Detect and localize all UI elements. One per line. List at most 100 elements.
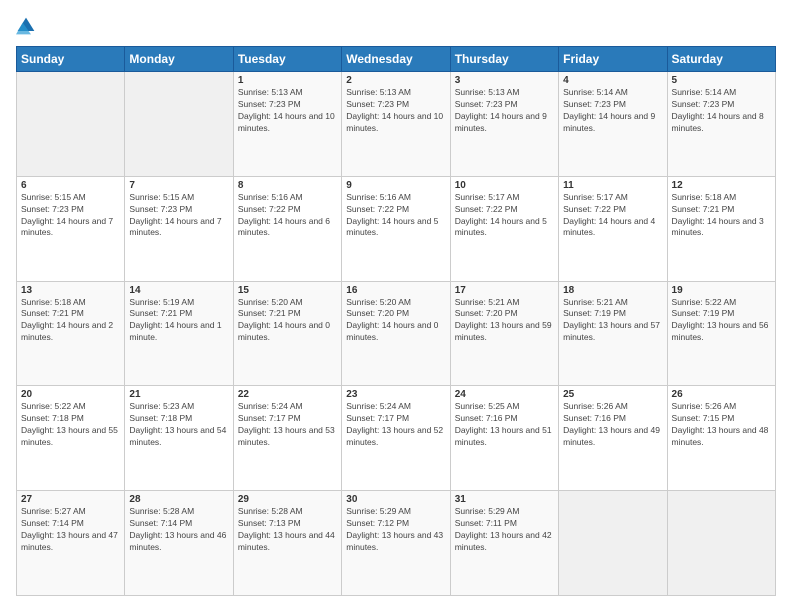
day-cell: 24Sunrise: 5:25 AM Sunset: 7:16 PM Dayli… [450,386,558,491]
day-number: 19 [672,285,771,296]
day-number: 27 [21,494,120,505]
weekday-header-tuesday: Tuesday [233,47,341,72]
day-cell [17,72,125,177]
day-info: Sunrise: 5:25 AM Sunset: 7:16 PM Dayligh… [455,401,554,449]
week-row-4: 27Sunrise: 5:27 AM Sunset: 7:14 PM Dayli… [17,491,776,596]
day-info: Sunrise: 5:26 AM Sunset: 7:16 PM Dayligh… [563,401,662,449]
day-info: Sunrise: 5:28 AM Sunset: 7:14 PM Dayligh… [129,506,228,554]
day-number: 22 [238,389,337,400]
weekday-header-sunday: Sunday [17,47,125,72]
day-cell: 15Sunrise: 5:20 AM Sunset: 7:21 PM Dayli… [233,281,341,386]
day-info: Sunrise: 5:29 AM Sunset: 7:11 PM Dayligh… [455,506,554,554]
day-cell: 7Sunrise: 5:15 AM Sunset: 7:23 PM Daylig… [125,176,233,281]
weekday-header-saturday: Saturday [667,47,775,72]
day-cell: 10Sunrise: 5:17 AM Sunset: 7:22 PM Dayli… [450,176,558,281]
week-row-2: 13Sunrise: 5:18 AM Sunset: 7:21 PM Dayli… [17,281,776,386]
day-info: Sunrise: 5:18 AM Sunset: 7:21 PM Dayligh… [672,192,771,240]
day-number: 12 [672,180,771,191]
day-cell: 6Sunrise: 5:15 AM Sunset: 7:23 PM Daylig… [17,176,125,281]
week-row-0: 1Sunrise: 5:13 AM Sunset: 7:23 PM Daylig… [17,72,776,177]
day-cell: 3Sunrise: 5:13 AM Sunset: 7:23 PM Daylig… [450,72,558,177]
day-cell: 22Sunrise: 5:24 AM Sunset: 7:17 PM Dayli… [233,386,341,491]
weekday-header-wednesday: Wednesday [342,47,450,72]
day-info: Sunrise: 5:24 AM Sunset: 7:17 PM Dayligh… [346,401,445,449]
day-number: 2 [346,75,445,86]
day-info: Sunrise: 5:14 AM Sunset: 7:23 PM Dayligh… [672,87,771,135]
day-number: 3 [455,75,554,86]
day-cell: 31Sunrise: 5:29 AM Sunset: 7:11 PM Dayli… [450,491,558,596]
day-cell: 11Sunrise: 5:17 AM Sunset: 7:22 PM Dayli… [559,176,667,281]
day-number: 25 [563,389,662,400]
logo [16,16,40,36]
day-number: 29 [238,494,337,505]
day-info: Sunrise: 5:26 AM Sunset: 7:15 PM Dayligh… [672,401,771,449]
day-cell: 20Sunrise: 5:22 AM Sunset: 7:18 PM Dayli… [17,386,125,491]
day-number: 24 [455,389,554,400]
day-info: Sunrise: 5:15 AM Sunset: 7:23 PM Dayligh… [21,192,120,240]
day-number: 15 [238,285,337,296]
day-cell [125,72,233,177]
day-cell [667,491,775,596]
day-info: Sunrise: 5:22 AM Sunset: 7:19 PM Dayligh… [672,297,771,345]
header [16,16,776,36]
day-cell: 23Sunrise: 5:24 AM Sunset: 7:17 PM Dayli… [342,386,450,491]
day-number: 18 [563,285,662,296]
day-number: 20 [21,389,120,400]
day-number: 26 [672,389,771,400]
day-info: Sunrise: 5:19 AM Sunset: 7:21 PM Dayligh… [129,297,228,345]
day-number: 14 [129,285,228,296]
day-cell: 28Sunrise: 5:28 AM Sunset: 7:14 PM Dayli… [125,491,233,596]
page: SundayMondayTuesdayWednesdayThursdayFrid… [0,0,792,612]
day-number: 10 [455,180,554,191]
day-number: 8 [238,180,337,191]
day-cell [559,491,667,596]
day-number: 21 [129,389,228,400]
day-info: Sunrise: 5:16 AM Sunset: 7:22 PM Dayligh… [346,192,445,240]
day-info: Sunrise: 5:29 AM Sunset: 7:12 PM Dayligh… [346,506,445,554]
week-row-1: 6Sunrise: 5:15 AM Sunset: 7:23 PM Daylig… [17,176,776,281]
day-info: Sunrise: 5:20 AM Sunset: 7:21 PM Dayligh… [238,297,337,345]
day-cell: 18Sunrise: 5:21 AM Sunset: 7:19 PM Dayli… [559,281,667,386]
day-info: Sunrise: 5:23 AM Sunset: 7:18 PM Dayligh… [129,401,228,449]
day-number: 31 [455,494,554,505]
day-number: 23 [346,389,445,400]
day-cell: 12Sunrise: 5:18 AM Sunset: 7:21 PM Dayli… [667,176,775,281]
weekday-header-row: SundayMondayTuesdayWednesdayThursdayFrid… [17,47,776,72]
day-cell: 1Sunrise: 5:13 AM Sunset: 7:23 PM Daylig… [233,72,341,177]
day-info: Sunrise: 5:17 AM Sunset: 7:22 PM Dayligh… [455,192,554,240]
day-info: Sunrise: 5:20 AM Sunset: 7:20 PM Dayligh… [346,297,445,345]
weekday-header-thursday: Thursday [450,47,558,72]
day-number: 5 [672,75,771,86]
day-number: 30 [346,494,445,505]
day-cell: 8Sunrise: 5:16 AM Sunset: 7:22 PM Daylig… [233,176,341,281]
day-cell: 4Sunrise: 5:14 AM Sunset: 7:23 PM Daylig… [559,72,667,177]
day-number: 1 [238,75,337,86]
day-number: 9 [346,180,445,191]
day-info: Sunrise: 5:21 AM Sunset: 7:19 PM Dayligh… [563,297,662,345]
day-cell: 29Sunrise: 5:28 AM Sunset: 7:13 PM Dayli… [233,491,341,596]
day-number: 4 [563,75,662,86]
day-info: Sunrise: 5:21 AM Sunset: 7:20 PM Dayligh… [455,297,554,345]
day-cell: 13Sunrise: 5:18 AM Sunset: 7:21 PM Dayli… [17,281,125,386]
day-cell: 21Sunrise: 5:23 AM Sunset: 7:18 PM Dayli… [125,386,233,491]
day-info: Sunrise: 5:14 AM Sunset: 7:23 PM Dayligh… [563,87,662,135]
day-number: 7 [129,180,228,191]
day-cell: 5Sunrise: 5:14 AM Sunset: 7:23 PM Daylig… [667,72,775,177]
calendar-table: SundayMondayTuesdayWednesdayThursdayFrid… [16,46,776,596]
day-cell: 30Sunrise: 5:29 AM Sunset: 7:12 PM Dayli… [342,491,450,596]
day-cell: 27Sunrise: 5:27 AM Sunset: 7:14 PM Dayli… [17,491,125,596]
day-number: 16 [346,285,445,296]
week-row-3: 20Sunrise: 5:22 AM Sunset: 7:18 PM Dayli… [17,386,776,491]
day-info: Sunrise: 5:17 AM Sunset: 7:22 PM Dayligh… [563,192,662,240]
day-info: Sunrise: 5:15 AM Sunset: 7:23 PM Dayligh… [129,192,228,240]
day-info: Sunrise: 5:13 AM Sunset: 7:23 PM Dayligh… [346,87,445,135]
day-info: Sunrise: 5:13 AM Sunset: 7:23 PM Dayligh… [238,87,337,135]
day-cell: 19Sunrise: 5:22 AM Sunset: 7:19 PM Dayli… [667,281,775,386]
day-info: Sunrise: 5:24 AM Sunset: 7:17 PM Dayligh… [238,401,337,449]
day-info: Sunrise: 5:28 AM Sunset: 7:13 PM Dayligh… [238,506,337,554]
day-cell: 14Sunrise: 5:19 AM Sunset: 7:21 PM Dayli… [125,281,233,386]
day-number: 13 [21,285,120,296]
day-number: 17 [455,285,554,296]
day-cell: 2Sunrise: 5:13 AM Sunset: 7:23 PM Daylig… [342,72,450,177]
day-number: 11 [563,180,662,191]
